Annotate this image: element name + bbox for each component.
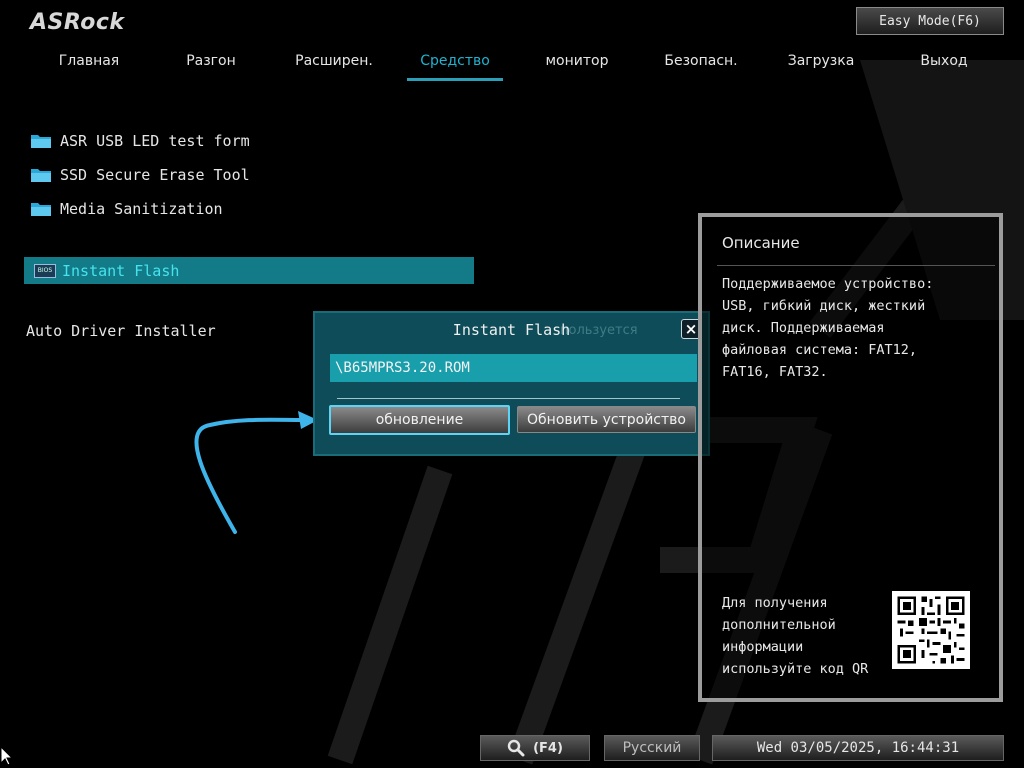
- instant-flash-dialog: пользуется Instant Flash × \B65MPRS3.20.…: [313, 311, 710, 456]
- qr-code-icon: [892, 591, 970, 669]
- more-info-line: используйте код QR: [722, 661, 869, 677]
- description-line: USB, гибкий диск, жесткий: [722, 298, 926, 314]
- more-info-text: Для получения дополнительной информации …: [722, 592, 887, 680]
- dialog-title: Instant Flash: [452, 321, 571, 339]
- search-icon: [507, 739, 525, 757]
- description-line: FAT16, FAT32.: [722, 364, 828, 380]
- dialog-divider: [337, 398, 680, 399]
- more-info-line: Для получения: [722, 595, 828, 611]
- description-line: Поддерживаемое устройство:: [722, 276, 934, 292]
- search-shortcut-label: (F4): [533, 740, 563, 756]
- description-divider: [717, 265, 995, 266]
- more-info-line: информации: [722, 639, 804, 655]
- description-line: диск. Поддерживаемая: [722, 320, 885, 336]
- update-device-button[interactable]: Обновить устройство: [517, 406, 696, 433]
- description-panel: Описание Поддерживаемое устройство: USB,…: [698, 213, 1003, 702]
- mouse-cursor-icon: [0, 746, 12, 766]
- bios-file-item[interactable]: \B65MPRS3.20.ROM: [330, 354, 697, 382]
- search-button[interactable]: (F4): [480, 735, 590, 761]
- description-title: Описание: [722, 234, 800, 252]
- more-info-line: дополнительной: [722, 617, 836, 633]
- datetime-display: Wed 03/05/2025, 16:44:31: [712, 735, 1004, 761]
- language-selector[interactable]: Русский: [604, 735, 700, 761]
- update-button[interactable]: обновление: [329, 405, 510, 435]
- description-line: файловая система: FAT12,: [722, 342, 918, 358]
- description-text: Поддерживаемое устройство: USB, гибкий д…: [722, 273, 987, 383]
